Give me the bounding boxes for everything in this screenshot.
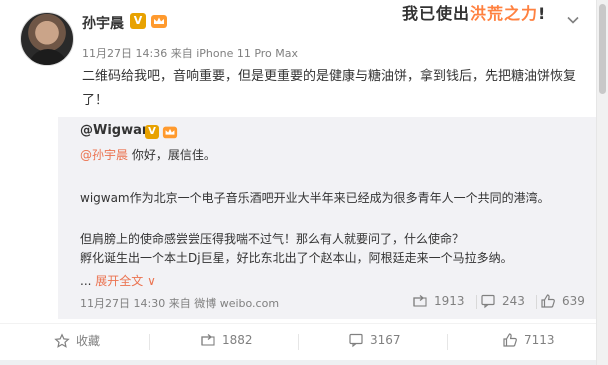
card-bottom-divider: [0, 360, 596, 365]
repost-forward-count: 1913: [434, 294, 465, 308]
repost-greeting-line: @孙宇晨 你好，展信佳。: [80, 146, 216, 164]
repost-paragraph-3: 孵化诞生出一个本土Dj巨星，好比东北出了个赵本山，阿根廷走来一个马拉多纳。: [80, 251, 513, 265]
like-button[interactable]: 7113: [502, 332, 555, 348]
author-name[interactable]: 孙宇晨: [82, 13, 124, 33]
divider: [476, 295, 477, 309]
post-source-prefix: 来自: [170, 47, 193, 60]
comment-count: 3167: [370, 333, 401, 347]
reposted-weibo[interactable]: @Wigwam V @孙宇晨 你好，展信佳。 wigwam作为北京一个电子音乐酒…: [58, 117, 596, 319]
thumbs-up-icon: [503, 333, 517, 347]
post-timestamp[interactable]: 11月27日 14:36: [82, 47, 167, 60]
forward-icon: [413, 295, 427, 307]
repost-like-count: 639: [562, 294, 585, 308]
action-bar: 收藏 1882 3167 7113: [0, 323, 596, 357]
author-avatar[interactable]: [20, 12, 74, 66]
expand-full-text[interactable]: ... 展开全文 ∨: [80, 272, 156, 290]
star-icon: [54, 332, 70, 348]
favorite-label: 收藏: [76, 334, 101, 348]
divider: [149, 334, 150, 350]
post-source: iPhone 11 Pro Max: [196, 47, 299, 60]
forward-button[interactable]: 1882: [200, 332, 253, 348]
repost-greeting: 你好，展信佳。: [128, 148, 216, 162]
divider: [536, 295, 537, 309]
repost-comment-button[interactable]: 243: [480, 293, 525, 309]
repost-verified-badge-icon: V: [145, 125, 159, 139]
banner-text-2: 洪荒之力: [470, 4, 539, 23]
comment-icon: [349, 333, 363, 348]
comment-icon: [481, 294, 495, 309]
repost-like-button[interactable]: 639: [540, 293, 585, 309]
avatar-figure: [28, 49, 68, 65]
like-count: 7113: [524, 333, 555, 347]
banner-text-3: !: [538, 4, 547, 23]
member-crown-icon: [150, 12, 168, 30]
expand-arrow-icon: ∨: [147, 274, 156, 288]
scrollbar-thumb[interactable]: [599, 4, 606, 94]
post-meta: 11月27日 14:36 来自 iPhone 11 Pro Max: [82, 45, 298, 61]
forward-count: 1882: [222, 333, 253, 347]
repost-source-prefix: 来自: [168, 297, 191, 310]
verified-badge-icon: V: [130, 13, 146, 29]
banner-text-1: 我已使出: [402, 4, 471, 23]
divider: [447, 334, 448, 350]
chevron-down-icon[interactable]: [565, 12, 581, 28]
favorite-button[interactable]: 收藏: [54, 332, 100, 349]
repost-timestamp[interactable]: 11月27日 14:30: [80, 297, 165, 310]
repost-member-crown-icon: [162, 124, 178, 140]
ellipsis: ...: [80, 274, 92, 288]
post-text: 二维码给我吧，音响重要，但是更重要的是健康与糖油饼，拿到钱后，先把糖油饼恢复了！: [82, 69, 577, 108]
weibo-post-card: 孙宇晨 V 我已使出洪荒之力! 11月27日 14:36 来自 iPhone 1…: [0, 0, 596, 365]
repost-paragraph-1: wigwam作为北京一个电子音乐酒吧开业大半年来已经成为很多青年人一个共同的港湾…: [80, 191, 550, 205]
repost-source: 微博 weibo.com: [194, 297, 280, 310]
forward-icon: [201, 334, 215, 346]
divider: [298, 334, 299, 350]
mention-link[interactable]: @孙宇晨: [80, 148, 128, 162]
repost-comment-count: 243: [502, 294, 525, 308]
thumbs-up-icon: [541, 294, 555, 308]
repost-forward-button[interactable]: 1913: [412, 293, 465, 309]
repost-meta: 11月27日 14:30 来自 微博 weibo.com: [80, 295, 279, 311]
page-scrollbar[interactable]: [596, 0, 608, 365]
expand-link[interactable]: 展开全文: [95, 274, 143, 288]
comment-button[interactable]: 3167: [348, 332, 401, 348]
decorative-banner: 我已使出洪荒之力!: [402, 0, 546, 24]
repost-paragraph-2: 但肩膀上的使命感尝尝压得我喘不过气！那么有人就要问了，什么使命？: [80, 232, 465, 246]
